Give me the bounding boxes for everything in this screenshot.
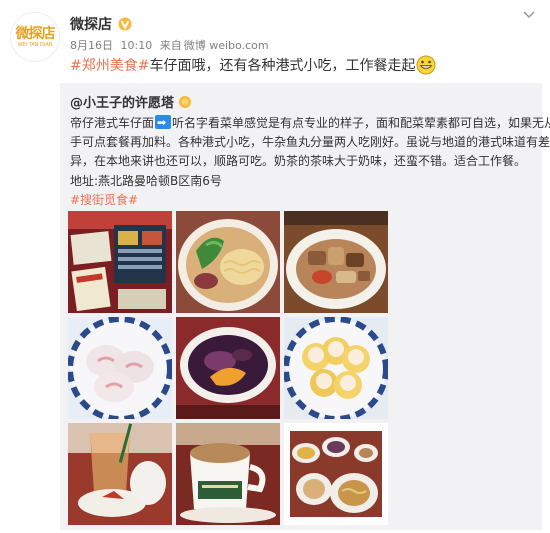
repost-author[interactable]: @小王子的许愿塔 bbox=[70, 92, 174, 111]
post-hashtag[interactable]: #郑州美食# bbox=[70, 55, 149, 75]
repost-line-2: 手可点套餐再加料。各种港式小吃，牛杂鱼丸分量两人吃刚好。虽说与地道的港式味道有差 bbox=[70, 135, 550, 149]
photo-shrimp-dumplings[interactable] bbox=[68, 317, 172, 419]
photo-beef-offal[interactable] bbox=[284, 211, 388, 313]
grinning-face-emoji-icon bbox=[416, 55, 436, 75]
post-date[interactable]: 8月16日 bbox=[70, 39, 113, 52]
photo-milk-tea-cup[interactable] bbox=[176, 423, 280, 525]
post-body: 车仔面哦，还有各种港式小吃，工作餐走起 bbox=[149, 58, 416, 74]
photo-grid bbox=[68, 211, 390, 525]
avatar-logo-subtext: WEI TAN DIAN bbox=[17, 41, 53, 48]
photo-milk-tea-glass[interactable] bbox=[68, 423, 172, 525]
repost-body: 帝仔港式车仔面 听名字看菜单感觉是有点专业的样子，面和配菜荤素都可自选，如果无从下… bbox=[70, 113, 550, 171]
photo-menu-table[interactable] bbox=[68, 211, 172, 313]
photo-siu-mai[interactable] bbox=[284, 317, 388, 419]
photo-noodle-soup[interactable] bbox=[176, 211, 280, 313]
photo-table-spread[interactable] bbox=[284, 423, 388, 525]
chevron-down-icon[interactable] bbox=[522, 10, 536, 20]
verified-badge-icon bbox=[118, 17, 132, 31]
arrow-right-icon bbox=[155, 113, 172, 132]
repost-line-1: 听名字看菜单感觉是有点专业的样子，面和配菜荤素都可自选，如果无从下 bbox=[172, 116, 550, 130]
photo-dessert-bowl[interactable] bbox=[176, 317, 280, 419]
repost-author-row: @小王子的许愿塔 bbox=[70, 92, 192, 111]
account-name[interactable]: 微探店 bbox=[70, 14, 112, 34]
weibo-post-card: 微探店 WEI TAN DIAN 微探店 8月16日 10:10 来自 微博 we… bbox=[0, 0, 550, 533]
repost-hashtag[interactable]: #搜街觅食# bbox=[70, 191, 138, 208]
repost-block: @小王子的许愿塔 帝仔港式车仔面 听名字看菜单感觉是有点专业的样子，面和配菜荤素都… bbox=[60, 83, 550, 530]
post-time[interactable]: 10:10 bbox=[121, 39, 153, 52]
avatar[interactable]: 微探店 WEI TAN DIAN bbox=[10, 12, 60, 62]
repost-line-3: 异，在本地来讲也还可以，顺路可吃。奶茶的茶味大于奶味，还蛮不错。适合工作餐。 bbox=[70, 154, 527, 168]
post-text: #郑州美食# 车仔面哦，还有各种港式小吃，工作餐走起 bbox=[70, 55, 436, 75]
post-source[interactable]: 微博 weibo.com bbox=[184, 39, 269, 52]
repost-shop-name: 帝仔港式车仔面 bbox=[70, 116, 155, 130]
avatar-logo-text: 微探店 bbox=[15, 25, 56, 42]
post-source-prefix: 来自 bbox=[159, 39, 182, 52]
medal-icon bbox=[179, 95, 192, 108]
repost-address: 地址:燕北路曼哈顿B区南6号 bbox=[70, 174, 222, 188]
account-name-row: 微探店 bbox=[70, 14, 132, 34]
post-meta: 8月16日 10:10 来自 微博 weibo.com bbox=[70, 37, 273, 53]
